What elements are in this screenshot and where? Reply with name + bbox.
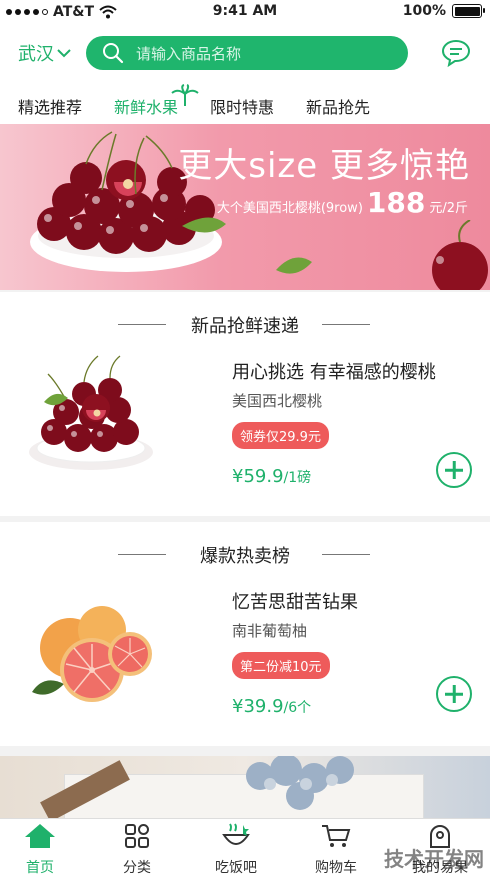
title-divider-right bbox=[322, 324, 370, 325]
home-icon bbox=[25, 824, 55, 848]
message-icon[interactable] bbox=[440, 38, 472, 68]
search-input[interactable]: 请输入商品名称 bbox=[136, 43, 241, 64]
banner-price: 188 bbox=[366, 186, 426, 219]
flowers-image bbox=[246, 756, 354, 810]
promo-banner[interactable]: 更大size 更多惊艳 大个美国西北樱桃(9row) 188 元/2斤 bbox=[0, 124, 490, 290]
tab-featured[interactable]: 精选推荐 bbox=[18, 94, 82, 118]
tab-limited-offer[interactable]: 限时特惠 bbox=[210, 94, 274, 118]
product-description: 南非葡萄柚 bbox=[232, 622, 308, 640]
hot-sellers-section: 爆款热卖榜 忆苦思甜苦钻果 南非葡萄柚 第二份减10元 ¥39.9/6个 bbox=[0, 522, 490, 746]
price-unit: /1磅 bbox=[283, 470, 312, 486]
tab-fresh-fruit[interactable]: 新鲜水果 bbox=[114, 94, 178, 118]
product-description: 美国西北樱桃 bbox=[232, 392, 323, 410]
section-title: 爆款热卖榜 bbox=[200, 546, 290, 567]
search-icon bbox=[103, 43, 124, 64]
leaf-decoration-image bbox=[276, 257, 312, 274]
chevron-down-icon bbox=[57, 49, 71, 58]
tabbar-category[interactable]: 分类 bbox=[97, 823, 177, 876]
tabbar-label: 首页 bbox=[26, 860, 54, 876]
discount-badge[interactable]: 第二份减10元 bbox=[232, 652, 330, 679]
cherry-product-image[interactable] bbox=[26, 352, 156, 472]
tabbar-label: 购物车 bbox=[315, 860, 357, 876]
price-value: ¥59.9 bbox=[232, 466, 284, 487]
city-label: 武汉 bbox=[18, 44, 54, 65]
price-value: ¥39.9 bbox=[232, 696, 284, 717]
battery-percent: 100% bbox=[402, 3, 446, 19]
tabbar-label: 吃饭吧 bbox=[215, 860, 257, 876]
product-price: ¥39.9/6个 bbox=[232, 696, 311, 717]
next-section-preview[interactable] bbox=[0, 756, 490, 818]
price-unit: /6个 bbox=[283, 700, 312, 716]
section-title: 新品抢鲜速递 bbox=[191, 316, 299, 337]
add-to-cart-button[interactable] bbox=[436, 452, 472, 488]
grapefruit-product-image[interactable] bbox=[30, 602, 160, 712]
new-arrivals-section: 新品抢鲜速递 用心挑选 有幸福感的樱桃 美国西北樱桃 领券仅29.9元 ¥59.… bbox=[0, 292, 490, 516]
cart-icon bbox=[322, 825, 351, 847]
banner-price-unit: 元/2斤 bbox=[429, 201, 468, 216]
grid-icon bbox=[125, 824, 149, 848]
battery-info: 100% bbox=[402, 3, 485, 19]
category-tabs: 精选推荐 新鲜水果 限时特惠 新品抢先 bbox=[0, 82, 490, 124]
title-divider-right bbox=[322, 554, 370, 555]
bowl-icon bbox=[222, 823, 250, 845]
banner-product: 大个美国西北樱桃(9row) bbox=[216, 201, 363, 216]
palm-tree-icon bbox=[171, 84, 199, 106]
battery-icon bbox=[452, 4, 485, 18]
banner-headline: 更大size 更多惊艳 bbox=[178, 146, 470, 186]
product-name[interactable]: 忆苦思甜苦钻果 bbox=[232, 588, 358, 614]
tabbar-home[interactable]: 首页 bbox=[0, 823, 80, 876]
cherry-decoration-image bbox=[432, 220, 488, 290]
status-bar: AT&T 9:41 AM 100% bbox=[0, 0, 490, 26]
product-price: ¥59.9/1磅 bbox=[232, 466, 311, 487]
search-bar[interactable]: 请输入商品名称 bbox=[86, 36, 408, 70]
add-to-cart-button[interactable] bbox=[436, 676, 472, 712]
coupon-badge[interactable]: 领券仅29.9元 bbox=[232, 422, 329, 449]
city-selector[interactable]: 武汉 bbox=[18, 40, 72, 66]
tabbar-cart[interactable]: 购物车 bbox=[296, 823, 376, 876]
product-name[interactable]: 用心挑选 有幸福感的樱桃 bbox=[232, 358, 436, 384]
tabbar-eat[interactable]: 吃饭吧 bbox=[196, 823, 276, 876]
watermark: 技术开发网 bbox=[384, 847, 484, 871]
banner-subtitle: 大个美国西北樱桃(9row) 188 元/2斤 bbox=[217, 186, 468, 219]
header: 武汉 请输入商品名称 bbox=[0, 26, 490, 82]
tab-new-arrivals[interactable]: 新品抢先 bbox=[306, 94, 370, 118]
tabbar-label: 分类 bbox=[123, 860, 151, 876]
bottom-tab-bar: 首页 分类 吃饭吧 购物车 我的易果 技术开发网 bbox=[0, 818, 490, 876]
